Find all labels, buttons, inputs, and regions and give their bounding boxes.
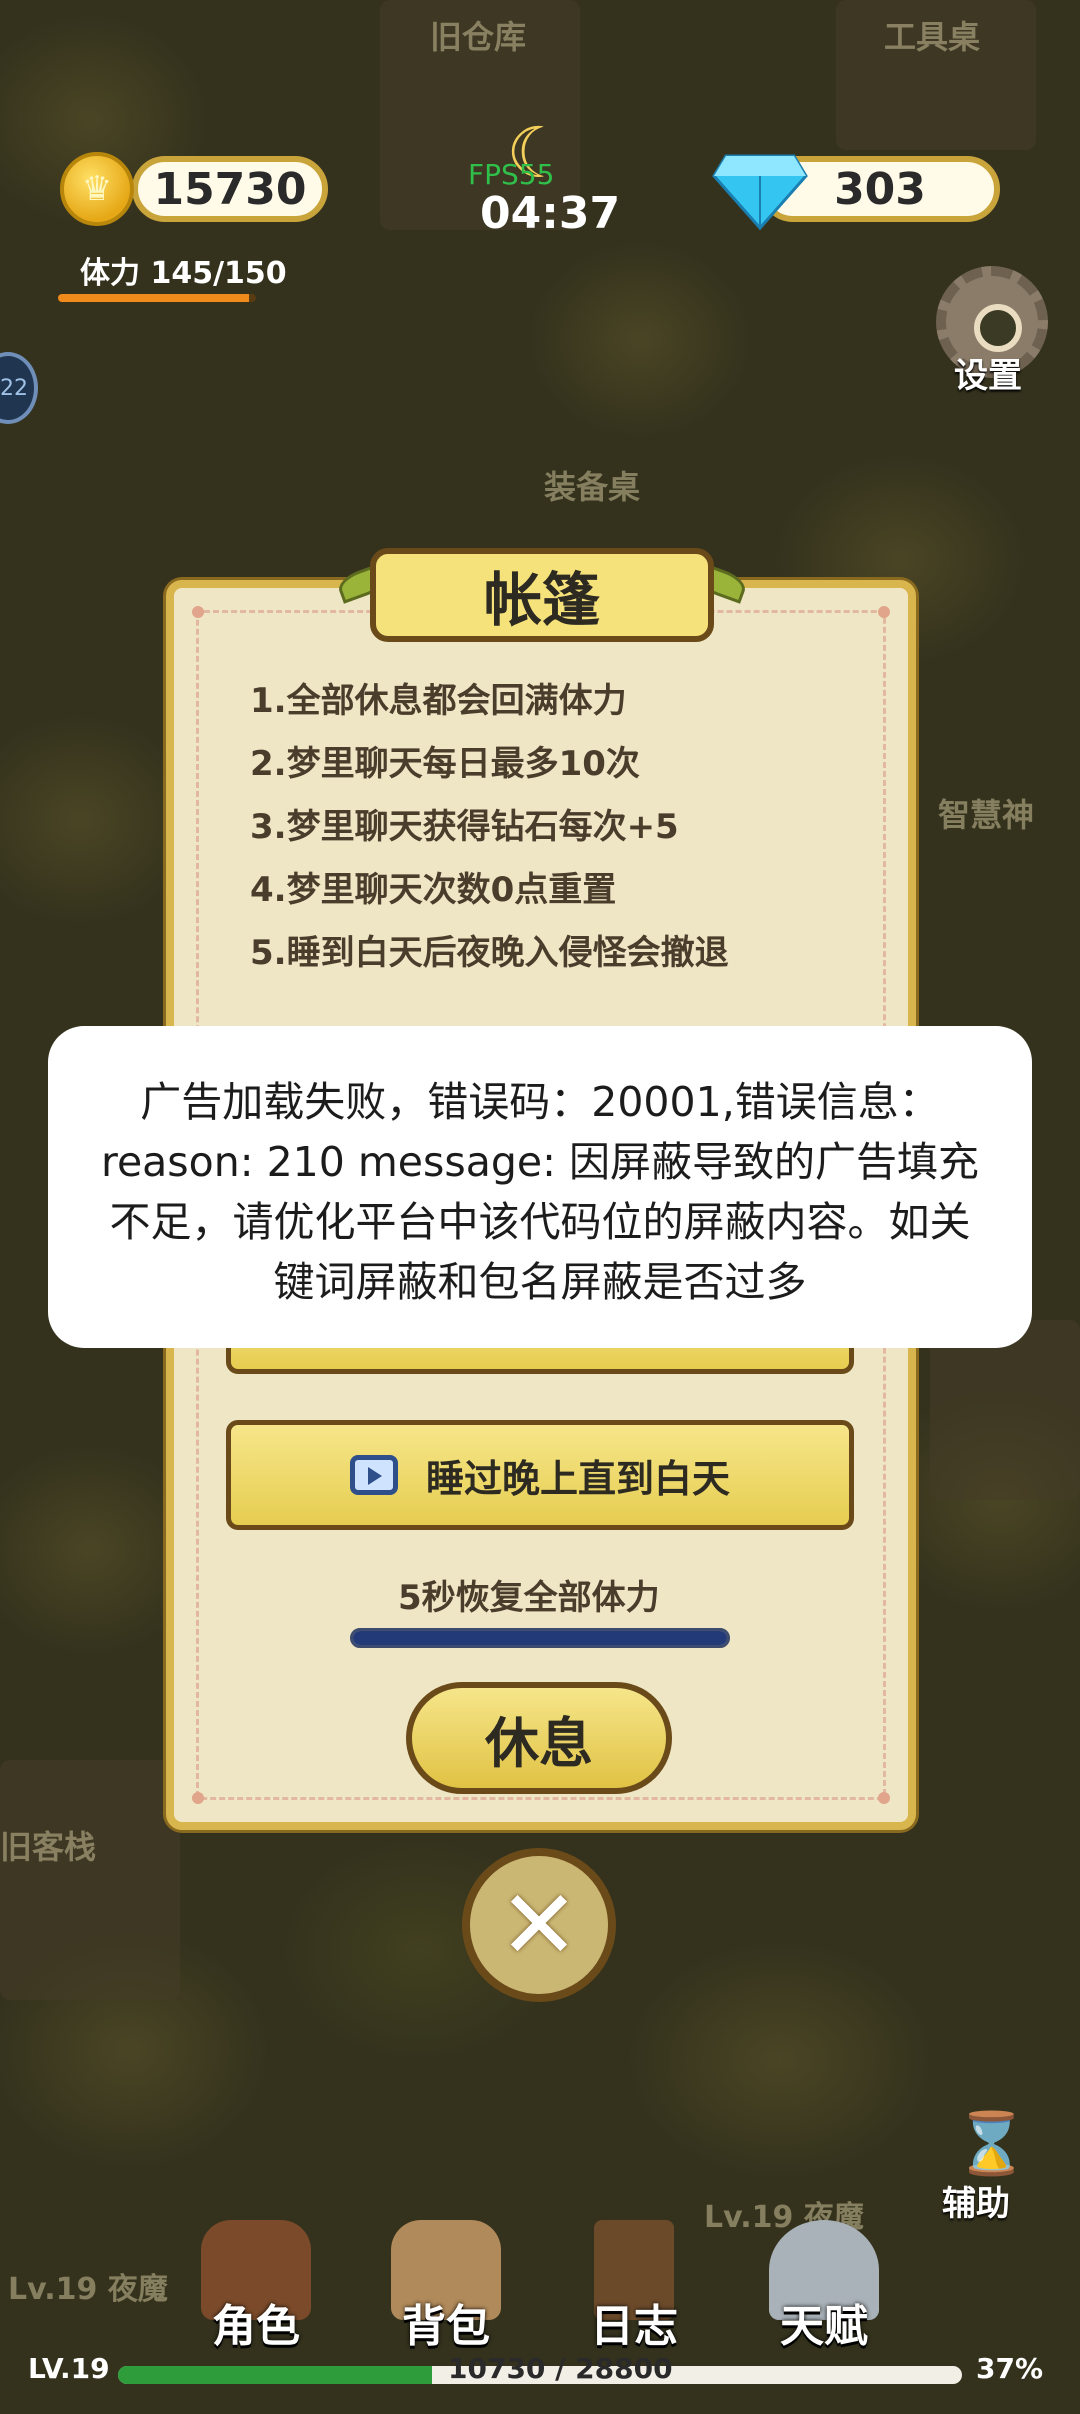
rules-list: 1.全部休息都会回满体力 2.梦里聊天每日最多10次 3.梦里聊天获得钻石每次+… <box>250 670 729 985</box>
rule-item: 2.梦里聊天每日最多10次 <box>250 744 640 784</box>
fps-counter: FPS55 <box>468 158 555 191</box>
rule-item: 5.睡到白天后夜晚入侵怪会撤退 <box>250 933 729 973</box>
nav-label: 背包 <box>402 2301 490 2352</box>
enemy-level-label-left: Lv.19 夜魔 <box>8 2272 168 2307</box>
xp-percent: 37% <box>976 2352 1044 2385</box>
game-clock: 04:37 <box>480 188 621 239</box>
recover-text: 5秒恢复全部体力 <box>398 1578 660 1618</box>
toast-message: 广告加载失败，错误码：20001,错误信息：reason: 210 messag… <box>101 1078 979 1306</box>
old-inn-building <box>0 1760 180 2000</box>
stamina-bar <box>58 294 256 302</box>
corner-dot <box>878 1792 890 1804</box>
stamina-fill <box>58 294 250 302</box>
wisdom-god-label: 智慧神 <box>938 796 1035 834</box>
assist-button-label[interactable]: 辅助 <box>942 2176 1010 2225</box>
gem-count: 303 <box>834 163 926 215</box>
rule-item: 1.全部休息都会回满体力 <box>250 681 627 721</box>
coin-count: 15730 <box>153 163 307 215</box>
xp-text: 10730 / 28800 <box>448 2352 673 2385</box>
rule-item: 3.梦里聊天获得钻石每次+5 <box>250 807 679 847</box>
dialog-title: 帐篷 <box>370 548 714 642</box>
close-dialog-button[interactable]: ✕ <box>462 1848 616 2002</box>
player-level: LV.19 <box>28 2352 110 2385</box>
rest-button[interactable]: 休息 <box>406 1682 672 1794</box>
nav-character[interactable]: 角色 <box>176 2220 336 2352</box>
ad-error-toast: 广告加载失败，错误码：20001,错误信息：reason: 210 messag… <box>48 1026 1032 1348</box>
nav-talent[interactable]: 天赋 <box>744 2220 904 2352</box>
equipment-table-label: 装备桌 <box>544 468 641 506</box>
nav-label: 角色 <box>212 2301 300 2352</box>
coin-counter: 15730 <box>132 156 328 222</box>
corner-dot <box>192 606 204 618</box>
workbench-label: 工具桌 <box>884 18 981 56</box>
coin-icon: ♛ <box>60 152 134 226</box>
nav-label: 日志 <box>590 2301 678 2352</box>
nav-journal[interactable]: 日志 <box>554 2220 714 2352</box>
video-ad-tv-icon <box>349 1455 398 1495</box>
rest-button-label: 休息 <box>485 1711 593 1775</box>
sleep-button-label: 睡过晚上直到白天 <box>425 1456 730 1501</box>
sleep-until-day-button[interactable]: 睡过晚上直到白天 <box>226 1420 854 1530</box>
diamond-icon <box>712 154 808 230</box>
hourglass-icon[interactable]: ⌛ <box>954 2108 1029 2179</box>
nav-label: 天赋 <box>780 2301 868 2352</box>
corner-dot <box>878 606 890 618</box>
recover-progress-bar <box>350 1628 730 1648</box>
old-inn-label: 旧客栈 <box>0 1828 97 1866</box>
close-icon: ✕ <box>498 1869 580 1981</box>
corner-dot <box>192 1792 204 1804</box>
stamina-text: 体力 145/150 <box>80 256 287 291</box>
nav-backpack[interactable]: 背包 <box>366 2220 526 2352</box>
rule-item: 4.梦里聊天次数0点重置 <box>250 870 617 910</box>
old-warehouse-label: 旧仓库 <box>430 18 527 56</box>
settings-label[interactable]: 设置 <box>954 348 1022 397</box>
xp-fill <box>118 2366 433 2384</box>
recover-progress-fill <box>353 1631 727 1645</box>
